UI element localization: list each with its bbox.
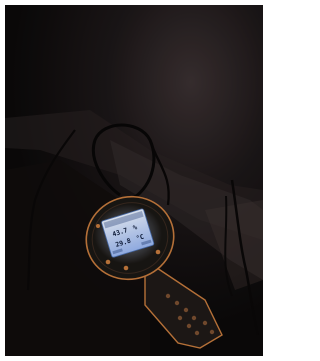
hygrometer-photo: 43.7 % 29.8 °C: [0, 0, 268, 361]
